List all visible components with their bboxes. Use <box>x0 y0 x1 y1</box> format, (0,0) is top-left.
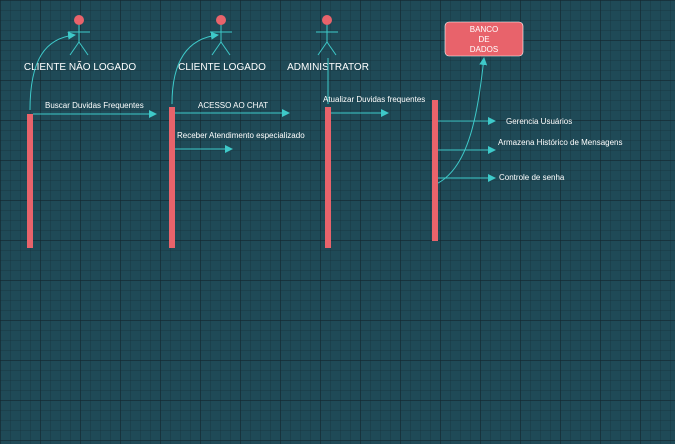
message-label: Armazena Histórico de Mensagens <box>498 138 623 147</box>
database-label-line: DE <box>478 35 489 44</box>
database-label-line: BANCO <box>470 25 498 34</box>
message-label: Atualizar Duvidas frequentes <box>323 95 425 104</box>
lifeline-administrator <box>325 107 331 248</box>
message-label: ACESSO AO CHAT <box>198 101 268 110</box>
message-label: Buscar Duvidas Frequentes <box>45 101 144 110</box>
actor-name: CLIENTE NÃO LOGADO <box>24 60 136 73</box>
lifeline-cliente-logado <box>169 107 175 248</box>
message-label: Gerencia Usuários <box>506 117 572 126</box>
actor-name: CLIENTE LOGADO <box>178 62 266 73</box>
actor-cliente-logado[interactable]: CLIENTE LOGADO <box>178 15 266 73</box>
message-label: Receber Atendimento especializado <box>177 131 305 140</box>
actor-figure-icon <box>210 15 232 56</box>
lifeline-database <box>432 100 438 241</box>
actor-cliente-nao-logado[interactable]: CLIENTE NÃO LOGADO <box>24 15 136 73</box>
message-label: Controle de senha <box>499 173 565 182</box>
lifeline-cliente-nao-logado <box>27 114 33 248</box>
database-box[interactable]: BANCO DE DADOS <box>444 21 524 57</box>
database-label-line: DADOS <box>470 45 498 54</box>
actor-figure-icon <box>316 15 338 56</box>
curved-connectors <box>29 31 488 186</box>
sequence-diagram: CLIENTE NÃO LOGADO CLIENTE LOGADO ADMINI… <box>24 15 623 248</box>
